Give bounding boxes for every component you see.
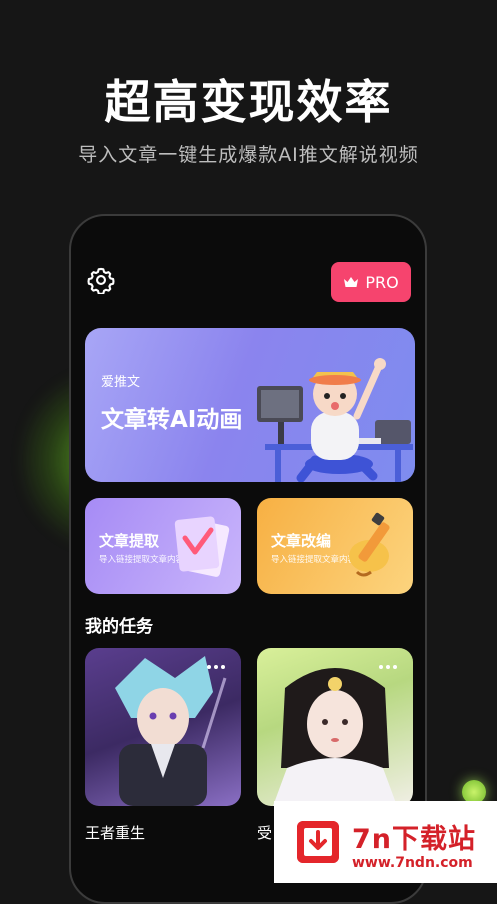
watermark-title: 7n下载站: [352, 824, 477, 855]
watermark-url: www.7ndn.com: [352, 855, 473, 871]
document-icon: [174, 516, 230, 577]
hero-illustration: [257, 358, 413, 482]
hero-title: 文章转AI动画: [101, 407, 243, 433]
task-card-1[interactable]: [85, 648, 241, 806]
article-extract-card[interactable]: 文章提取 导入链接提取文章内容: [85, 498, 241, 594]
article-rewrite-card[interactable]: 文章改编 导入链接提取文章内容: [257, 498, 413, 594]
extract-card-title: 文章提取: [99, 532, 160, 550]
task-card-2[interactable]: [257, 648, 413, 806]
pro-label: PRO: [365, 272, 399, 292]
pro-button[interactable]: PRO: [331, 262, 411, 302]
promo-subline: 导入文章一键生成爆款AI推文解说视频: [78, 144, 419, 166]
download-icon: [297, 821, 339, 863]
crown-icon: [344, 277, 359, 287]
more-options-icon[interactable]: [203, 660, 229, 674]
hero-brand: 爱推文: [101, 375, 141, 390]
my-tasks-heading: 我的任务: [85, 617, 153, 637]
task-2-name: 受: [257, 824, 273, 842]
pencil-hand-icon: [349, 512, 390, 577]
more-options-icon[interactable]: [375, 660, 401, 674]
gear-icon[interactable]: [87, 266, 115, 294]
task-1-name: 王者重生: [85, 824, 146, 842]
watermark-banner: 7n下载站 www.7ndn.com: [274, 801, 497, 883]
hero-banner[interactable]: 爱推文 文章转AI动画: [85, 328, 415, 482]
rewrite-card-title: 文章改编: [271, 532, 332, 550]
promo-headline: 超高变现效率: [104, 75, 393, 129]
